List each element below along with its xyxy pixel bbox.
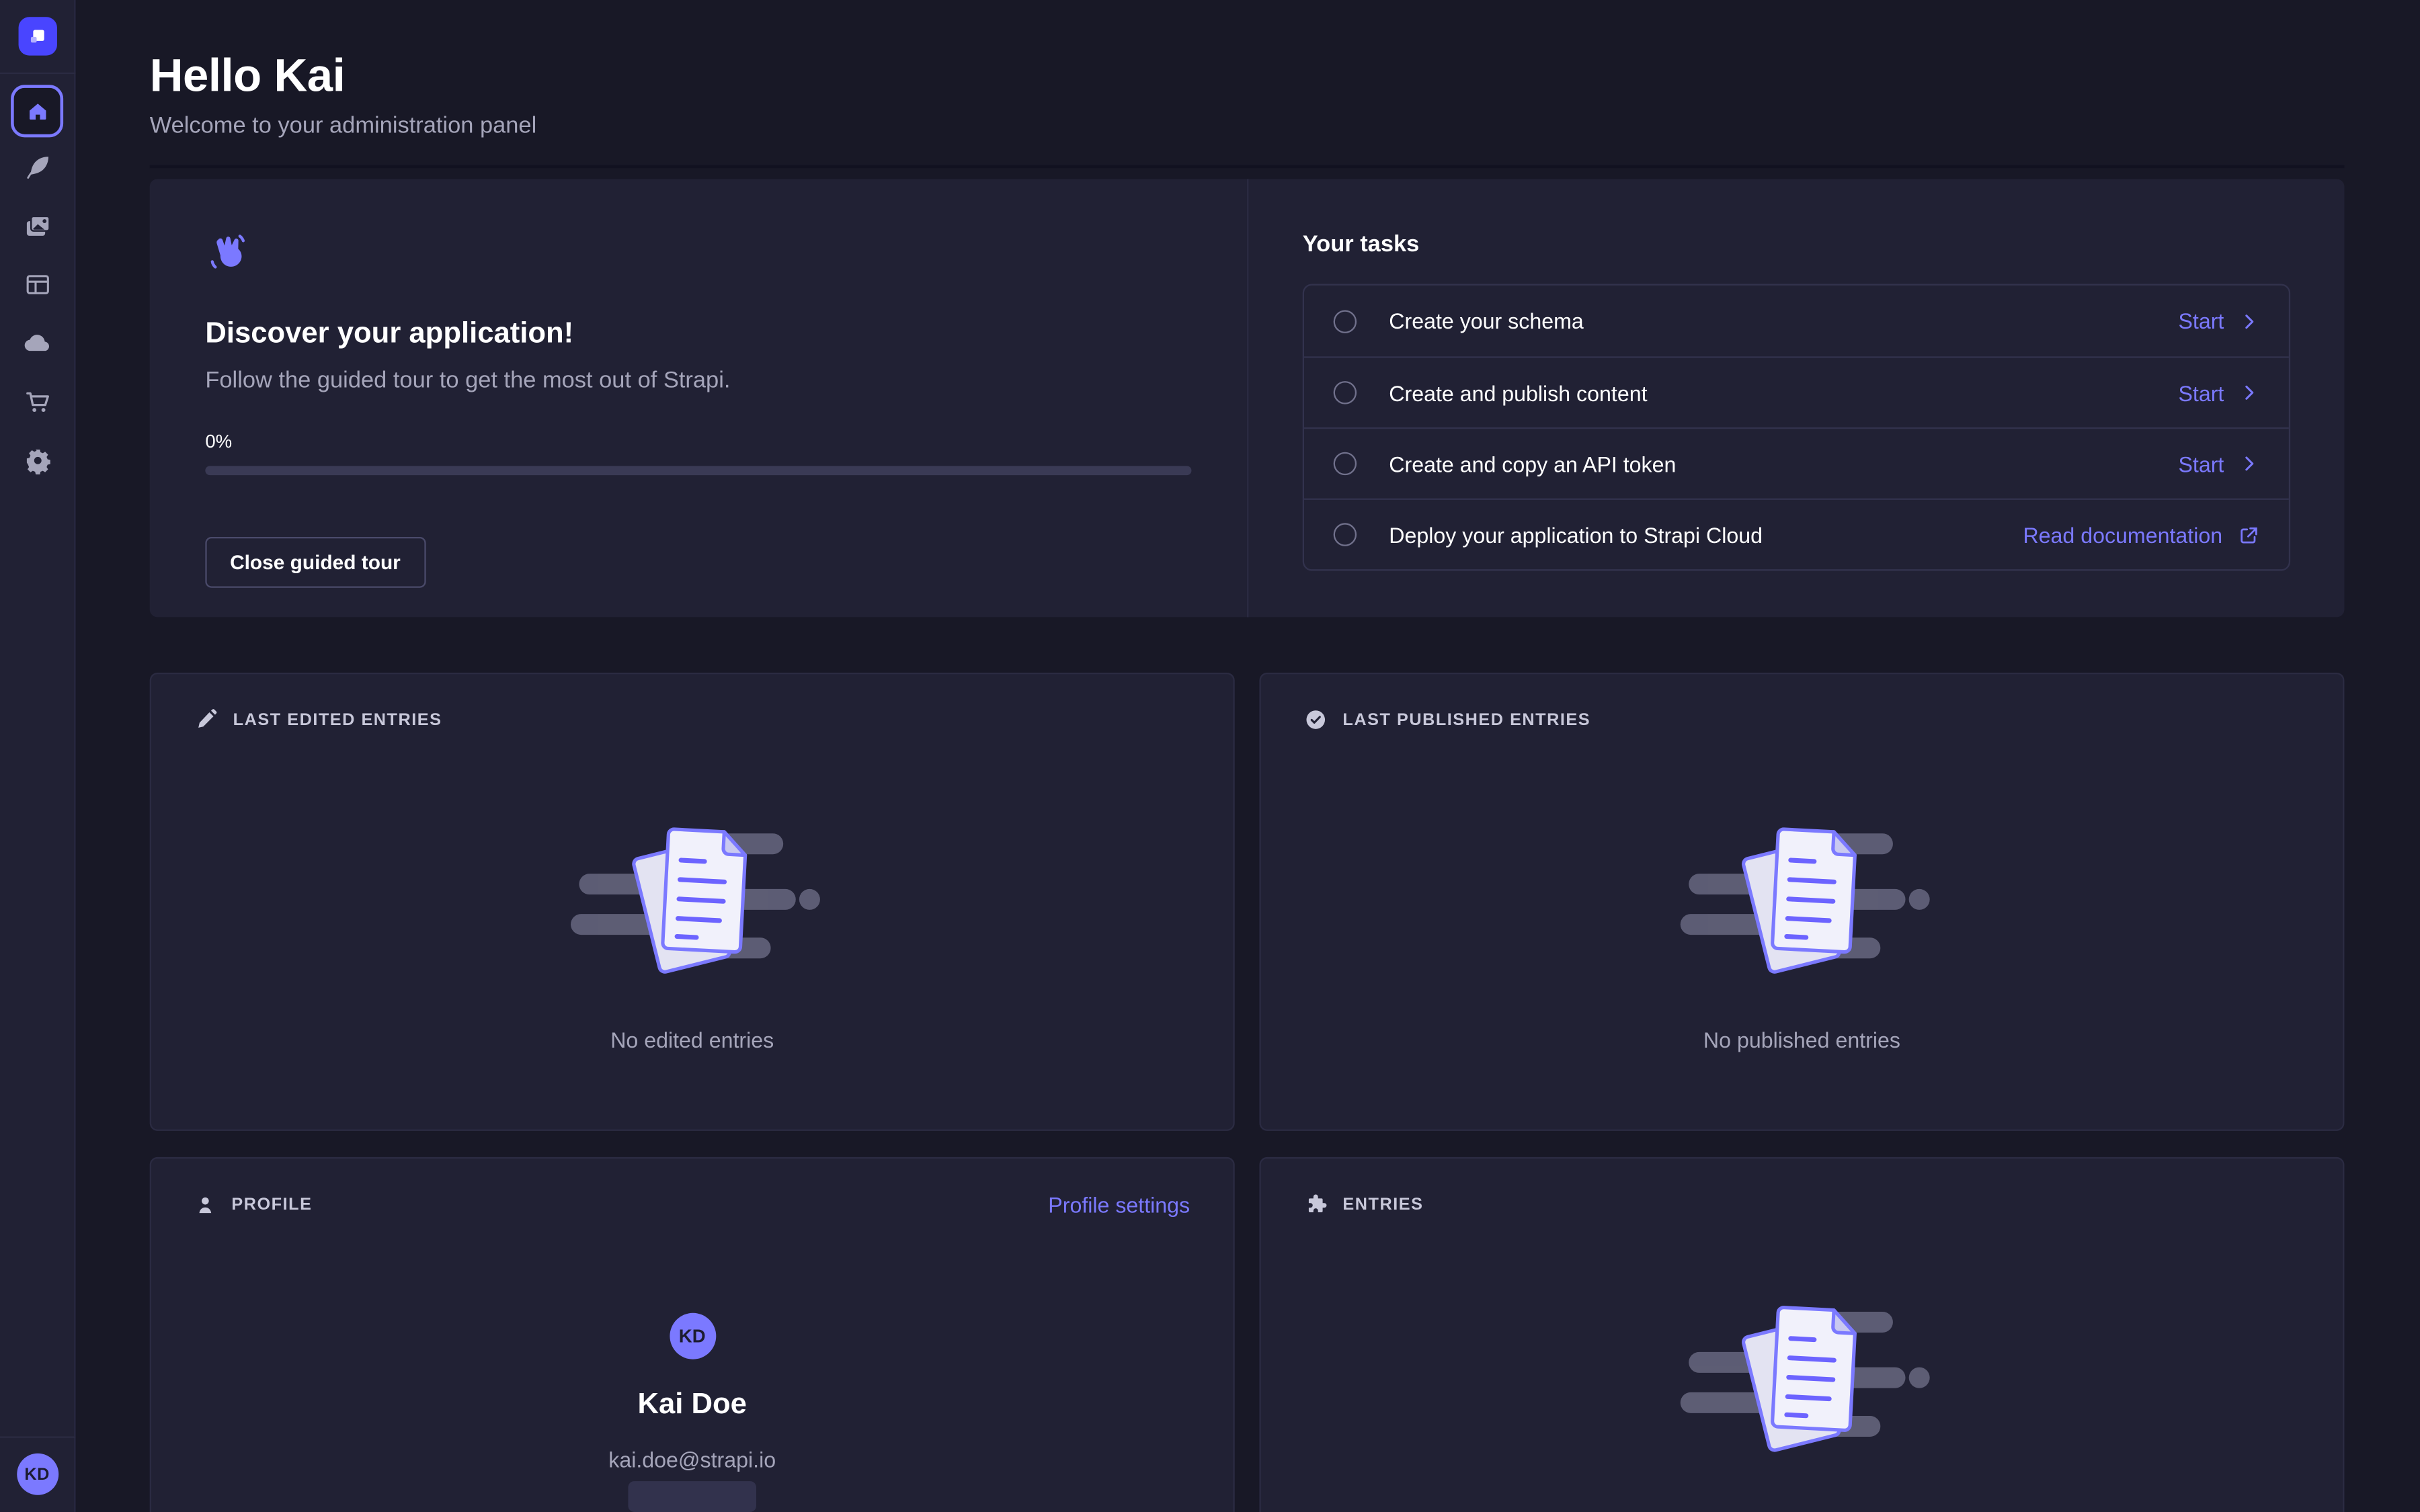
sidebar-item-media-library[interactable] <box>7 196 66 255</box>
user-avatar[interactable]: KD <box>16 1454 58 1495</box>
strapi-logo[interactable] <box>17 17 56 55</box>
sidebar-item-settings[interactable] <box>7 431 66 489</box>
task-status-circle <box>1334 523 1357 546</box>
task-action-label: Start <box>2178 380 2224 405</box>
person-icon <box>194 1194 216 1216</box>
images-icon <box>22 210 52 240</box>
header-divider <box>150 165 2345 169</box>
task-list: Create your schema Start Create and publ… <box>1303 284 2290 571</box>
widget-title: LAST EDITED ENTRIES <box>233 710 442 729</box>
empty-documents-illustration <box>1655 808 1948 989</box>
external-link-icon <box>2238 523 2259 545</box>
sidebar-item-cloud[interactable] <box>7 313 66 372</box>
page-title: Hello Kai <box>150 52 2345 101</box>
cart-icon <box>22 386 52 416</box>
widget-title: PROFILE <box>231 1195 312 1214</box>
task-action-label: Start <box>2178 452 2224 476</box>
last-published-entries-widget: LAST PUBLISHED ENTRIES No published entr… <box>1259 673 2344 1131</box>
main-content: Hello Kai Welcome to your administration… <box>75 0 2419 1512</box>
guided-tour-card: Discover your application! Follow the gu… <box>150 179 1249 617</box>
sidebar-item-content-manager[interactable] <box>7 137 66 196</box>
sidebar-item-content-type-builder[interactable] <box>7 255 66 313</box>
feather-icon <box>22 152 52 181</box>
guided-tour-section: Discover your application! Follow the gu… <box>150 179 2345 617</box>
sidebar-item-marketplace[interactable] <box>7 372 66 430</box>
progress-label: 0% <box>205 431 1191 452</box>
task-status-circle <box>1334 381 1357 404</box>
task-label: Deploy your application to Strapi Cloud <box>1389 522 1763 547</box>
task-row-create-schema[interactable]: Create your schema Start <box>1304 286 2289 357</box>
task-start-link[interactable]: Start <box>2178 380 2259 405</box>
pencil-icon <box>194 708 217 731</box>
layout-icon <box>22 269 52 299</box>
task-row-create-publish-content[interactable]: Create and publish content Start <box>1304 356 2289 427</box>
task-action-label: Start <box>2178 308 2224 333</box>
profile-name: Kai Doe <box>194 1387 1190 1424</box>
task-row-deploy-strapi-cloud[interactable]: Deploy your application to Strapi Cloud … <box>1304 499 2289 570</box>
guided-tour-title: Discover your application! <box>205 317 1191 353</box>
task-action-label: Read documentation <box>2023 522 2222 547</box>
sidebar-item-home[interactable] <box>11 85 63 137</box>
strapi-logo-icon <box>26 25 48 48</box>
sidebar-nav <box>0 74 74 489</box>
empty-documents-illustration <box>546 808 839 989</box>
profile-settings-link[interactable]: Profile settings <box>1048 1193 1190 1218</box>
sidebar-bottom: KD <box>0 1436 74 1511</box>
empty-state-text: No published entries <box>1304 1027 2300 1052</box>
progress-bar <box>205 466 1191 475</box>
empty-state-text: No edited entries <box>194 1027 1190 1052</box>
tasks-panel: Your tasks Create your schema Start <box>1248 179 2344 617</box>
gear-icon <box>22 445 52 474</box>
empty-documents-illustration <box>1655 1287 1948 1468</box>
check-circle-icon <box>1304 708 1327 731</box>
task-label: Create your schema <box>1389 308 1583 333</box>
task-start-link[interactable]: Start <box>2178 452 2259 476</box>
puzzle-icon <box>1304 1193 1327 1216</box>
task-status-circle <box>1334 309 1357 332</box>
widget-title: LAST PUBLISHED ENTRIES <box>1342 710 1590 729</box>
last-edited-entries-widget: LAST EDITED ENTRIES No edited entries <box>150 673 1235 1131</box>
task-label: Create and copy an API token <box>1389 452 1676 476</box>
strapi-admin-dashboard: KD Hello Kai Welcome to your administrat… <box>0 0 2420 1512</box>
widgets-row-1: LAST EDITED ENTRIES No edited entries LA… <box>150 673 2345 1131</box>
task-start-link[interactable]: Start <box>2178 308 2259 333</box>
task-row-create-api-token[interactable]: Create and copy an API token Start <box>1304 427 2289 499</box>
task-label: Create and publish content <box>1389 380 1647 405</box>
chevron-right-icon <box>2239 311 2259 331</box>
chevron-right-icon <box>2239 382 2259 403</box>
profile-role-badge <box>628 1481 756 1512</box>
profile-widget: PROFILE Profile settings KD Kai Doe kai.… <box>150 1157 1235 1512</box>
guided-tour-subtitle: Follow the guided tour to get the most o… <box>205 366 1191 396</box>
home-icon <box>24 98 50 124</box>
cloud-icon <box>22 327 52 358</box>
close-guided-tour-button[interactable]: Close guided tour <box>205 537 425 588</box>
widgets-row-2: PROFILE Profile settings KD Kai Doe kai.… <box>150 1157 2345 1512</box>
chevron-right-icon <box>2239 454 2259 474</box>
widget-title: ENTRIES <box>1342 1195 1423 1214</box>
task-status-circle <box>1334 452 1357 475</box>
profile-email: kai.doe@strapi.io <box>194 1445 1190 1473</box>
entries-widget: ENTRIES No published entries <box>1259 1157 2344 1512</box>
waving-hand-icon <box>205 231 248 274</box>
task-read-documentation-link[interactable]: Read documentation <box>2023 522 2259 547</box>
page-subtitle: Welcome to your administration panel <box>150 113 2345 139</box>
sidebar: KD <box>0 0 75 1512</box>
sidebar-divider-bottom <box>0 1436 75 1437</box>
profile-avatar: KD <box>669 1313 715 1359</box>
tasks-title: Your tasks <box>1303 231 2290 259</box>
